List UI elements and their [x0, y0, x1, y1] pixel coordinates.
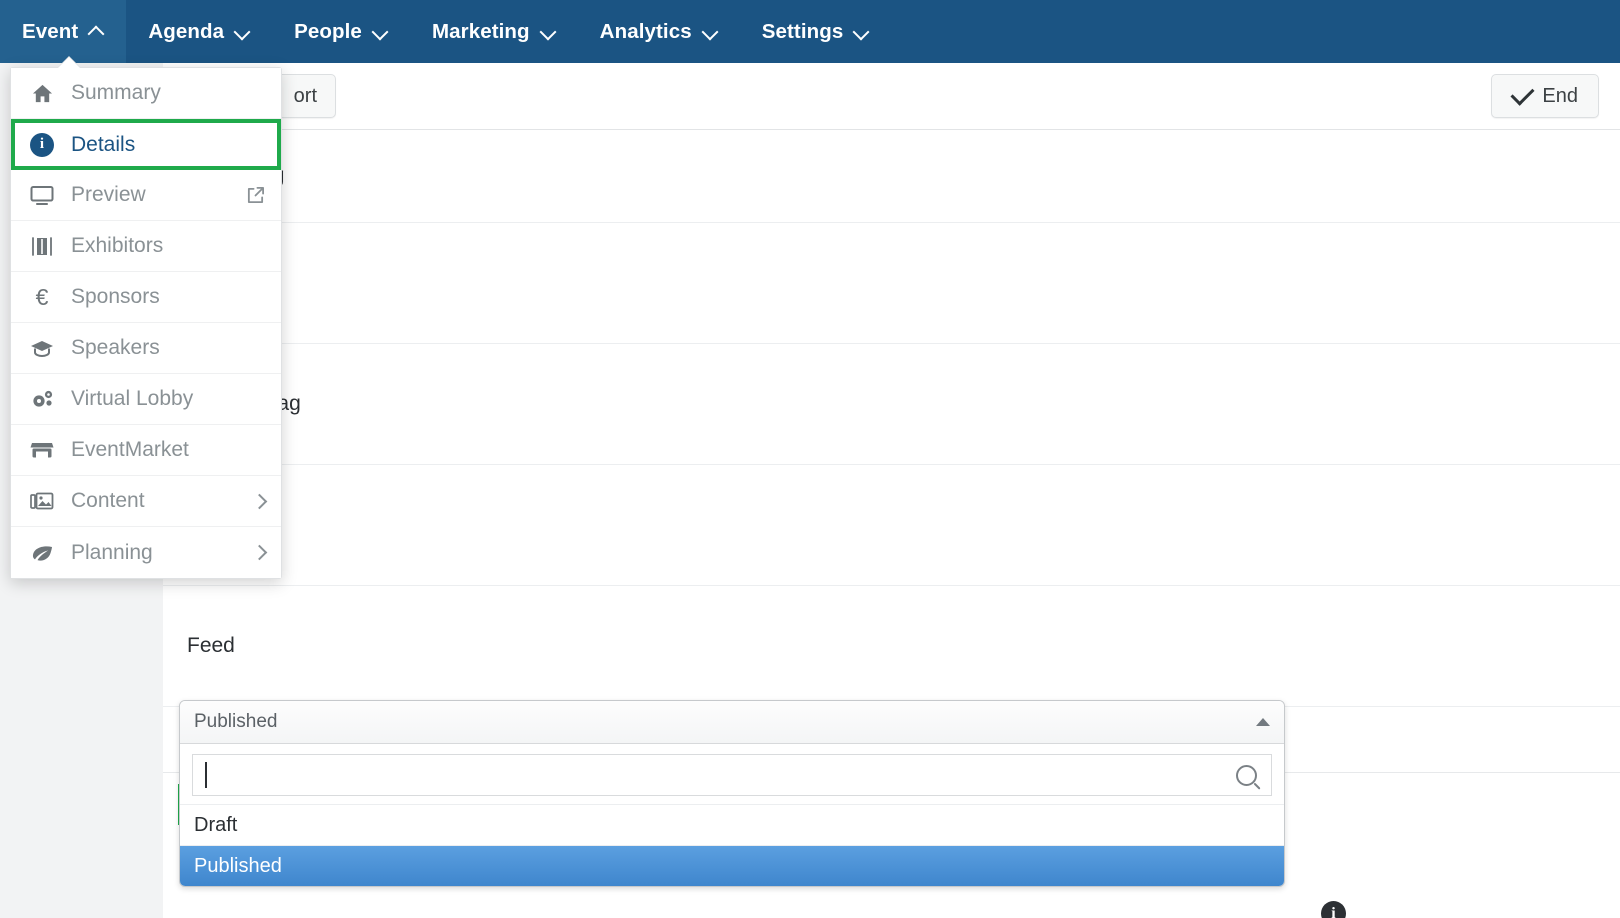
- menu-item-exhibitors[interactable]: Exhibitors: [11, 221, 281, 272]
- app-root: Event Agenda People Marketing Analytics …: [0, 0, 1620, 918]
- status-option-published[interactable]: Published: [180, 845, 1284, 886]
- status-select-search-input[interactable]: [207, 763, 1236, 787]
- menu-item-label: Details: [71, 132, 136, 156]
- form-rows: gram's tag er's hashtag Feed: [163, 130, 1620, 707]
- menu-item-speakers[interactable]: Speakers: [11, 323, 281, 374]
- menu-item-label: Content: [71, 489, 145, 512]
- menu-item-planning[interactable]: Planning: [11, 527, 281, 578]
- nav-item-marketing[interactable]: Marketing: [410, 0, 578, 63]
- form-row[interactable]: er's hashtag: [163, 344, 1620, 465]
- info-circle-icon: i: [29, 132, 55, 157]
- check-icon: [1510, 81, 1535, 106]
- menu-item-label: Speakers: [71, 336, 160, 359]
- status-select-current-value: Published: [194, 711, 278, 732]
- menu-item-sponsors[interactable]: € Sponsors: [11, 272, 281, 323]
- panel-header: ort End: [163, 63, 1620, 130]
- status-select-dropdown: Published Draft Published: [179, 700, 1285, 887]
- home-icon: [29, 83, 55, 104]
- storefront-icon: [29, 440, 55, 460]
- end-button[interactable]: End: [1491, 74, 1599, 118]
- event-dropdown-menu: Summary i Details Preview Exhibitors € S…: [10, 67, 282, 579]
- end-button-label: End: [1542, 84, 1578, 107]
- triangle-up-icon[interactable]: [1256, 718, 1270, 726]
- nav-item-label: Settings: [761, 19, 844, 43]
- euro-icon: €: [35, 283, 49, 310]
- chevron-down-icon: [541, 24, 556, 39]
- nav-item-label: Event: [22, 19, 79, 43]
- status-option-label: Draft: [194, 813, 238, 836]
- monitor-icon: [29, 185, 55, 206]
- nav-item-people[interactable]: People: [272, 0, 410, 63]
- menu-item-label: Preview: [71, 183, 146, 206]
- search-icon: [1236, 764, 1257, 786]
- nav-item-label: Agenda: [148, 19, 225, 43]
- chevron-down-icon: [235, 24, 250, 39]
- booth-icon: [29, 236, 55, 257]
- menu-item-summary[interactable]: Summary: [11, 68, 281, 119]
- top-navigation-bar: Event Agenda People Marketing Analytics …: [0, 0, 1620, 63]
- menu-item-label: EventMarket: [71, 438, 189, 461]
- leaf-icon: [29, 543, 55, 563]
- menu-item-label: Exhibitors: [71, 234, 164, 257]
- nav-item-label: Marketing: [431, 19, 530, 43]
- menu-item-label: Planning: [71, 540, 153, 564]
- chevron-right-icon: [251, 491, 268, 512]
- report-button-label: ort: [293, 84, 317, 107]
- nav-item-label: Analytics: [599, 19, 692, 43]
- status-option-draft[interactable]: Draft: [180, 804, 1284, 845]
- form-row[interactable]: [163, 223, 1620, 344]
- menu-item-label: Sponsors: [71, 285, 160, 308]
- status-select-current[interactable]: Published: [180, 701, 1284, 744]
- graduation-cap-icon: [29, 339, 55, 358]
- chevron-down-icon: [703, 24, 718, 39]
- external-link-icon[interactable]: [246, 186, 265, 205]
- menu-item-content[interactable]: Content: [11, 476, 281, 527]
- menu-item-virtual-lobby[interactable]: Virtual Lobby: [11, 374, 281, 425]
- status-option-label: Published: [194, 854, 282, 877]
- form-row[interactable]: gram's tag: [163, 130, 1620, 223]
- chevron-down-icon: [373, 24, 388, 39]
- content-panel: ort End gram's tag er's hashtag Feed: [163, 63, 1620, 918]
- status-select-search[interactable]: [192, 754, 1272, 796]
- menu-item-label: Summary: [71, 81, 161, 104]
- menu-item-eventmarket[interactable]: EventMarket: [11, 425, 281, 476]
- menu-item-details[interactable]: i Details: [11, 119, 281, 170]
- nav-item-agenda[interactable]: Agenda: [126, 0, 272, 63]
- menu-item-label: Virtual Lobby: [71, 387, 194, 410]
- form-row[interactable]: Feed: [163, 586, 1620, 707]
- menu-item-preview[interactable]: Preview: [11, 170, 281, 221]
- gears-icon: [29, 388, 55, 410]
- chevron-right-icon: [251, 542, 268, 563]
- nav-item-analytics[interactable]: Analytics: [578, 0, 740, 63]
- form-row-label: Feed: [187, 634, 235, 657]
- status-info-icon[interactable]: i: [1321, 901, 1346, 918]
- nav-item-event[interactable]: Event: [0, 0, 127, 63]
- form-row[interactable]: [163, 465, 1620, 586]
- nav-item-label: People: [294, 19, 362, 43]
- chevron-up-icon: [89, 24, 104, 39]
- images-icon: [29, 491, 55, 511]
- chevron-down-icon: [854, 24, 869, 39]
- nav-item-settings[interactable]: Settings: [740, 0, 892, 63]
